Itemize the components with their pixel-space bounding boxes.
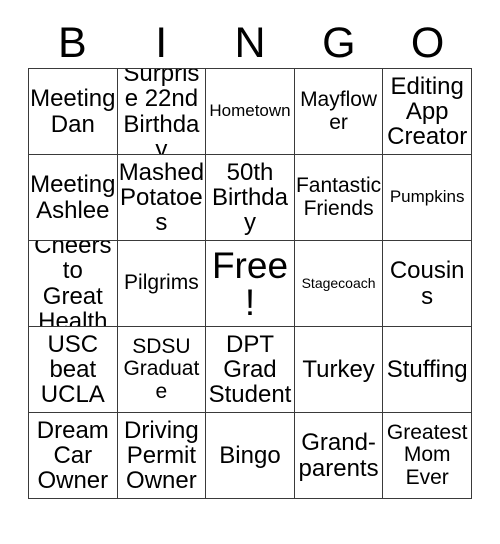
bingo-cell-label: Cousins: [389, 257, 465, 310]
bingo-cell-label: Mayflower: [300, 88, 378, 134]
bingo-cell-label: Editing App Creator: [387, 72, 468, 151]
bingo-cell-label: Free!: [211, 244, 289, 323]
bingo-cell[interactable]: Meeting Ashlee: [29, 155, 118, 241]
bingo-cell-label: Pilgrims: [124, 271, 199, 295]
bingo-cell[interactable]: DPT Grad Student: [206, 327, 295, 413]
bingo-cell-label: 50th Birthday: [211, 158, 288, 237]
bingo-cell[interactable]: Bingo: [206, 413, 295, 499]
bingo-cell-label: Meeting Ashlee: [30, 171, 116, 224]
bingo-header-letter-o: O: [410, 18, 445, 67]
bingo-cell[interactable]: Editing App Creator: [383, 69, 472, 155]
bingo-cell-label: Stuffing: [386, 355, 468, 383]
bingo-row: USC beat UCLA SDSU Graduate DPT Grad Stu…: [29, 327, 472, 413]
bingo-cell[interactable]: Fantastic Friends: [294, 155, 384, 241]
bingo-cell-label: Cheers to Great Health: [34, 241, 112, 327]
bingo-cell[interactable]: Mashed Potatoes: [117, 155, 207, 241]
bingo-header-letter-i: I: [155, 18, 168, 67]
bingo-cell[interactable]: USC beat UCLA: [29, 327, 118, 413]
bingo-cell[interactable]: Stagecoach: [294, 241, 384, 327]
bingo-cell-label: Pumpkins: [389, 187, 465, 207]
bingo-row: Dream Car Owner Driving Permit Owner Bin…: [29, 413, 472, 499]
bingo-cell[interactable]: Stuffing: [383, 327, 472, 413]
bingo-cell[interactable]: Dream Car Owner: [29, 413, 118, 499]
bingo-cell-label: Greatest Mom Ever: [386, 421, 468, 489]
bingo-cell[interactable]: Cheers to Great Health: [29, 241, 118, 327]
bingo-cell-label: USC beat UCLA: [40, 330, 105, 409]
bingo-cell-label: Grand-parents: [298, 429, 379, 482]
bingo-cell-label: Mashed Potatoes: [118, 158, 205, 237]
bingo-header-letter-b: B: [58, 18, 87, 67]
bingo-cell[interactable]: Pilgrims: [117, 241, 207, 327]
bingo-card: B I N G O Meeting Dan Surprise 22nd Birt…: [0, 0, 500, 544]
bingo-header-letter-n: N: [234, 18, 266, 67]
bingo-row: Meeting Ashlee Mashed Potatoes 50th Birt…: [29, 155, 472, 241]
bingo-cell-label: Stagecoach: [301, 274, 376, 291]
bingo-cell[interactable]: SDSU Graduate: [117, 327, 207, 413]
bingo-cell[interactable]: Driving Permit Owner: [117, 413, 207, 499]
bingo-header: B I N G O: [28, 18, 472, 68]
bingo-cell-label: Fantastic Friends: [295, 174, 382, 220]
bingo-row: Meeting Dan Surprise 22nd Birthday Homet…: [29, 69, 472, 155]
bingo-cell-label: Driving Permit Owner: [124, 416, 199, 495]
bingo-row: Cheers to Great Health Pilgrims Free! St…: [29, 241, 472, 327]
bingo-cell[interactable]: Hometown: [206, 69, 295, 155]
bingo-cell[interactable]: Meeting Dan: [29, 69, 118, 155]
bingo-header-letter-g: G: [322, 18, 356, 67]
bingo-cell-label: Surprise 22nd Birthday: [123, 69, 200, 155]
bingo-cell-label: DPT Grad Student: [208, 330, 292, 409]
bingo-grid: Meeting Dan Surprise 22nd Birthday Homet…: [28, 68, 472, 499]
bingo-cell-label: SDSU Graduate: [123, 335, 200, 403]
bingo-cell[interactable]: Turkey: [294, 327, 384, 413]
bingo-cell[interactable]: Pumpkins: [383, 155, 472, 241]
bingo-cell[interactable]: Greatest Mom Ever: [383, 413, 472, 499]
bingo-cell-free[interactable]: Free!: [206, 241, 295, 327]
bingo-cell-label: Hometown: [209, 101, 291, 121]
bingo-cell-label: Meeting Dan: [30, 85, 116, 138]
bingo-cell-label: Dream Car Owner: [36, 416, 109, 495]
bingo-cell[interactable]: 50th Birthday: [206, 155, 295, 241]
bingo-cell[interactable]: Grand-parents: [294, 413, 384, 499]
bingo-cell[interactable]: Cousins: [383, 241, 472, 327]
bingo-cell-label: Turkey: [302, 355, 375, 383]
bingo-cell[interactable]: Surprise 22nd Birthday: [117, 69, 207, 155]
bingo-cell[interactable]: Mayflower: [294, 69, 384, 155]
bingo-cell-label: Bingo: [219, 441, 281, 469]
